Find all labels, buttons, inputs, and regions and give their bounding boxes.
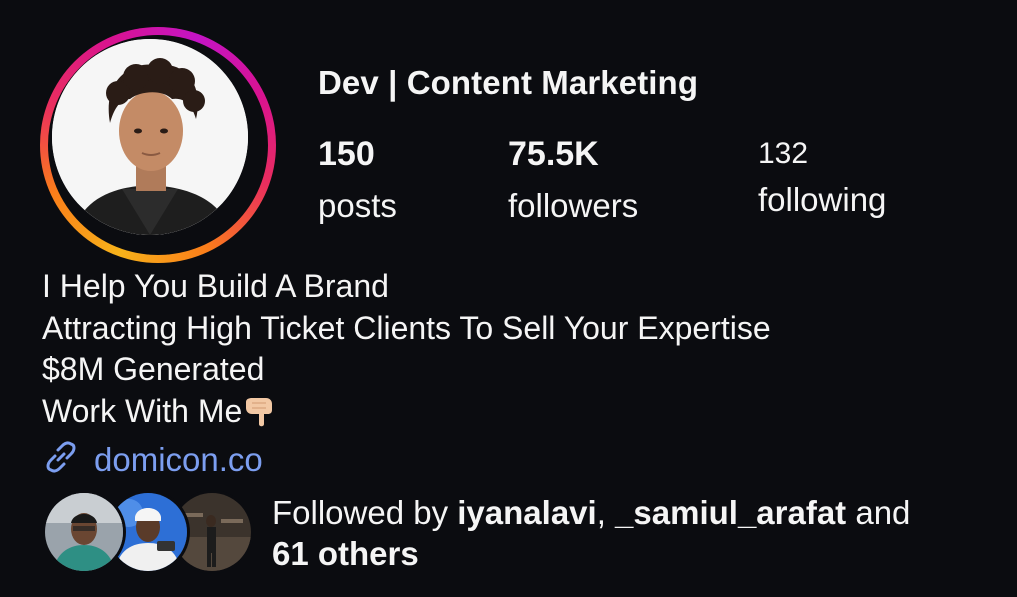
followed-by-separator: , <box>596 494 616 531</box>
profile-bio: I Help You Build A Brand Attracting High… <box>42 266 771 438</box>
bio-line-with-emoji: Work With Me <box>42 391 771 439</box>
mutual-followers-avatars[interactable] <box>42 490 254 574</box>
website-link-text: domicon.co <box>94 440 263 478</box>
following-count: 132 <box>758 137 809 170</box>
posts-stat[interactable]: 150 posts <box>318 134 397 226</box>
followed-by-conjunction: and <box>846 494 911 531</box>
following-label: following <box>758 181 887 218</box>
followers-stat[interactable]: 75.5K followers <box>508 134 638 226</box>
bio-line: Attracting High Ticket Clients To Sell Y… <box>42 309 771 346</box>
followed-by-text: Followed by iyanalavi, _samiul_arafat an… <box>272 492 992 574</box>
followers-label: followers <box>508 187 639 224</box>
bio-line: I Help You Build A Brand <box>42 268 389 304</box>
mutual-follower-username[interactable]: iyanalavi <box>457 494 596 531</box>
pointing-down-hand-icon <box>244 394 278 439</box>
mutual-follower-avatar <box>42 490 126 574</box>
avatar-photo <box>52 39 248 235</box>
mutual-follower-username[interactable]: _samiul_arafat <box>615 494 846 531</box>
following-stat[interactable]: 132 following <box>758 134 886 220</box>
website-link[interactable]: domicon.co <box>42 438 263 481</box>
profile-avatar[interactable] <box>40 27 276 263</box>
followers-count: 75.5K <box>508 135 599 173</box>
followed-by-prefix: Followed by <box>272 494 458 531</box>
link-icon <box>42 438 80 481</box>
bio-line-text: Work With Me <box>42 392 243 429</box>
bio-line: $8M Generated <box>42 351 265 387</box>
posts-count: 150 <box>318 135 375 173</box>
profile-display-name: Dev | Content Marketing <box>318 64 699 101</box>
posts-label: posts <box>318 187 397 224</box>
mutual-followers-others[interactable]: 61 others <box>272 535 419 572</box>
